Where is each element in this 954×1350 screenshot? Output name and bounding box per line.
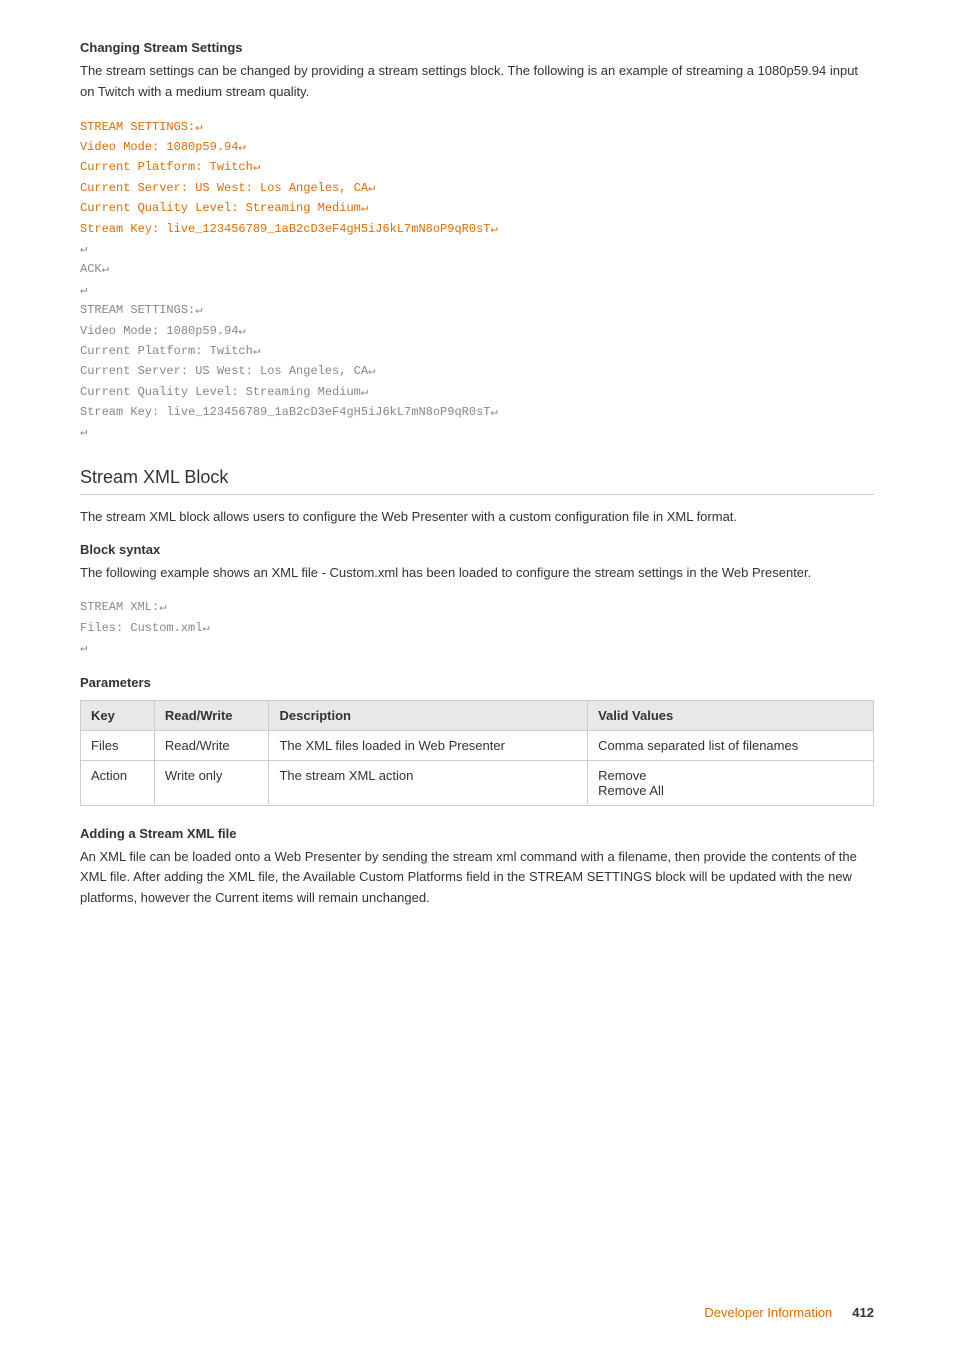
col-description: Description xyxy=(269,700,588,730)
stream-xml-block-body: The stream XML block allows users to con… xyxy=(80,507,874,528)
adding-xml-heading: Adding a Stream XML file xyxy=(80,826,874,841)
adding-xml-body: An XML file can be loaded onto a Web Pre… xyxy=(80,847,874,909)
parameters-heading: Parameters xyxy=(80,675,874,690)
xml-code-line-3: ↵ xyxy=(80,641,87,655)
table-header-row: Key Read/Write Description Valid Values xyxy=(81,700,874,730)
code-line-11: Video Mode: 1080p59.94↵ xyxy=(80,324,246,338)
code-line-4: Current Server: US West: Los Angeles, CA… xyxy=(80,181,375,195)
block-syntax-heading: Block syntax xyxy=(80,542,874,557)
stream-xml-block-section: Stream XML Block The stream XML block al… xyxy=(80,467,874,909)
code-line-14: Current Quality Level: Streaming Medium↵ xyxy=(80,385,368,399)
stream-xml-block-heading: Stream XML Block xyxy=(80,467,874,495)
code-line-6: Stream Key: live_123456789_1aB2cD3eF4gH5… xyxy=(80,222,498,236)
row1-rw: Read/Write xyxy=(154,730,269,760)
adding-xml-subsection: Adding a Stream XML file An XML file can… xyxy=(80,826,874,909)
row1-key: Files xyxy=(81,730,155,760)
code-line-7: ↵ xyxy=(80,242,87,256)
stream-settings-code-highlighted: STREAM SETTINGS:↵ Video Mode: 1080p59.94… xyxy=(80,117,874,443)
row1-valid-values: Comma separated list of filenames xyxy=(588,730,874,760)
row2-valid-values: RemoveRemove All xyxy=(588,760,874,805)
parameters-table: Key Read/Write Description Valid Values … xyxy=(80,700,874,806)
table-row: Files Read/Write The XML files loaded in… xyxy=(81,730,874,760)
row2-rw: Write only xyxy=(154,760,269,805)
code-line-10: STREAM SETTINGS:↵ xyxy=(80,303,202,317)
stream-xml-code: STREAM XML:↵ Files: Custom.xml↵ ↵ xyxy=(80,597,874,658)
code-line-15: Stream Key: live_123456789_1aB2cD3eF4gH5… xyxy=(80,405,498,419)
col-valid-values: Valid Values xyxy=(588,700,874,730)
changing-stream-settings-heading: Changing Stream Settings xyxy=(80,40,874,55)
code-line-9: ↵ xyxy=(80,283,87,297)
parameters-subsection: Parameters Key Read/Write Description Va… xyxy=(80,675,874,806)
block-syntax-subsection: Block syntax The following example shows… xyxy=(80,542,874,659)
code-line-5: Current Quality Level: Streaming Medium↵ xyxy=(80,201,368,215)
code-line-16: ↵ xyxy=(80,425,87,439)
xml-code-line-2: Files: Custom.xml↵ xyxy=(80,621,210,635)
row1-description: The XML files loaded in Web Presenter xyxy=(269,730,588,760)
row2-key: Action xyxy=(81,760,155,805)
page-number: 412 xyxy=(852,1305,874,1320)
row2-description: The stream XML action xyxy=(269,760,588,805)
code-line-2: Video Mode: 1080p59.94↵ xyxy=(80,140,246,154)
changing-stream-settings-section: Changing Stream Settings The stream sett… xyxy=(80,40,874,443)
changing-stream-settings-body: The stream settings can be changed by pr… xyxy=(80,61,874,103)
table-row: Action Write only The stream XML action … xyxy=(81,760,874,805)
page-footer: Developer Information 412 xyxy=(704,1305,874,1320)
code-line-8: ACK↵ xyxy=(80,262,109,276)
code-line-1: STREAM SETTINGS:↵ xyxy=(80,120,202,134)
xml-code-line-1: STREAM XML:↵ xyxy=(80,600,166,614)
col-key: Key xyxy=(81,700,155,730)
block-syntax-body: The following example shows an XML file … xyxy=(80,563,874,584)
developer-information-link[interactable]: Developer Information xyxy=(704,1305,832,1320)
col-rw: Read/Write xyxy=(154,700,269,730)
code-line-12: Current Platform: Twitch↵ xyxy=(80,344,260,358)
code-line-13: Current Server: US West: Los Angeles, CA… xyxy=(80,364,375,378)
code-line-3: Current Platform: Twitch↵ xyxy=(80,160,260,174)
